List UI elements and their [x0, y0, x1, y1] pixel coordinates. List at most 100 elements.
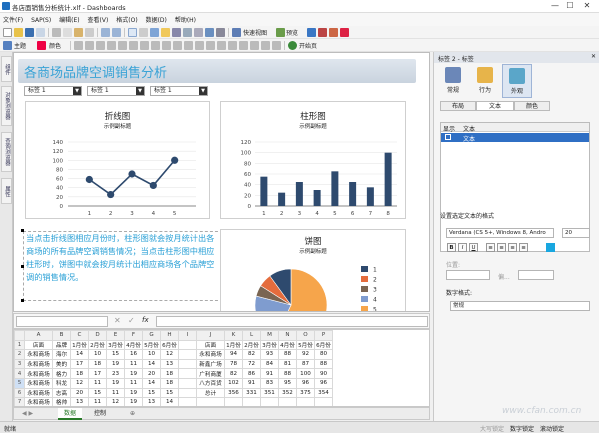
cell[interactable]: 3月份 [106, 339, 125, 351]
cell[interactable]: 18 [70, 368, 89, 379]
cell[interactable] [242, 397, 261, 406]
combo-box-2[interactable]: 标签 1 ▼ [87, 86, 145, 96]
show-checkbox[interactable] [445, 134, 451, 140]
cell[interactable]: 94 [224, 349, 243, 360]
sheet-tab-control[interactable]: 控制 [88, 408, 112, 420]
align-left-icon[interactable] [74, 41, 83, 50]
scroll-tabs-icon[interactable]: ◀ ▶ [16, 408, 39, 420]
same-size-icon[interactable] [162, 41, 171, 50]
cell[interactable]: 永和商场 [24, 358, 53, 370]
maximize-button[interactable]: ☐ [563, 1, 577, 11]
cell[interactable]: 2月份 [242, 339, 261, 351]
bar-chart[interactable]: 0 20 40 60 80 100 120 1 2 3 4 5 6 7 8 [221, 102, 407, 220]
align-top-icon[interactable] [107, 41, 116, 50]
ungroup-icon[interactable] [250, 41, 259, 50]
quickview-label[interactable]: 快速视图 [243, 28, 267, 37]
cell[interactable]: 11 [124, 377, 143, 389]
cell[interactable]: 72 [242, 358, 261, 370]
cell[interactable]: 80 [314, 349, 333, 360]
align-bottom-icon[interactable] [129, 41, 138, 50]
color-icon[interactable] [37, 41, 46, 50]
column-header[interactable] [14, 330, 25, 341]
pdf-icon[interactable] [318, 28, 327, 37]
cell[interactable] [260, 397, 279, 406]
theme-label[interactable]: 主题 [14, 41, 26, 50]
font-size-select[interactable]: 20 [562, 228, 590, 238]
center-vertical-icon[interactable] [206, 41, 215, 50]
cell[interactable]: 81 [278, 358, 297, 370]
start-page-label[interactable]: 开始页 [299, 41, 317, 50]
undo-icon[interactable] [101, 28, 110, 37]
row-header[interactable]: 4 [14, 368, 25, 379]
cell[interactable]: 13 [70, 397, 89, 406]
cell[interactable]: 6月份 [314, 339, 333, 351]
delete-icon[interactable] [85, 28, 94, 37]
column-header[interactable]: O [296, 330, 315, 341]
align-center-button[interactable]: ≡ [497, 243, 506, 252]
cell[interactable]: 82 [224, 368, 243, 379]
formula-input[interactable] [156, 316, 428, 327]
layout-icon[interactable] [194, 28, 203, 37]
cell[interactable]: 12 [70, 377, 89, 389]
save-icon[interactable] [25, 28, 34, 37]
cell[interactable]: 86 [242, 368, 261, 379]
cell[interactable]: 352 [278, 387, 297, 399]
cell[interactable]: 14 [70, 349, 89, 360]
align-right-button[interactable]: ≡ [508, 243, 517, 252]
cell[interactable]: 科龙 [52, 377, 71, 389]
menu-file[interactable]: 文件(F) [0, 13, 26, 24]
menu-format[interactable]: 格式(O) [113, 13, 140, 24]
cell[interactable]: 88 [278, 349, 297, 360]
column-header[interactable]: G [142, 330, 161, 341]
cell[interactable]: 志高 [52, 387, 71, 399]
color-label[interactable]: 颜色 [49, 41, 61, 50]
preview-icon[interactable] [276, 28, 285, 37]
view-icon[interactable] [216, 28, 225, 37]
position-select[interactable] [446, 270, 490, 280]
cell[interactable]: 总计 [196, 387, 225, 399]
export-icon[interactable] [161, 28, 170, 37]
hide-icon[interactable] [272, 41, 281, 50]
combo-box-3[interactable]: 标签 1 ▼ [150, 86, 208, 96]
cell[interactable]: 格力 [52, 368, 71, 379]
cell[interactable]: 11 [124, 358, 143, 370]
cell[interactable]: 84 [260, 358, 279, 370]
cell[interactable]: 11 [88, 377, 107, 389]
column-header[interactable]: E [106, 330, 125, 341]
cell[interactable]: 375 [296, 387, 315, 399]
cell[interactable]: 14 [160, 397, 179, 406]
cell[interactable]: 11 [106, 387, 125, 399]
menu-data[interactable]: 数据(D) [143, 13, 170, 24]
tab-components[interactable]: 组件 [1, 56, 12, 82]
cell[interactable] [196, 397, 225, 406]
cell[interactable]: 15 [106, 349, 125, 360]
underline-button[interactable]: U [469, 243, 478, 252]
cell[interactable]: 10 [142, 349, 161, 360]
cell[interactable]: 12 [160, 349, 179, 360]
cell[interactable]: 4月份 [124, 339, 143, 351]
column-header[interactable]: C [70, 330, 89, 341]
chevron-down-icon[interactable]: ▼ [136, 87, 144, 95]
import-icon[interactable] [150, 28, 159, 37]
close-button[interactable]: ✕ [580, 1, 594, 11]
cell[interactable]: 19 [106, 358, 125, 370]
cell[interactable]: 78 [224, 358, 243, 370]
theme-icon[interactable] [3, 41, 12, 50]
cell[interactable]: 91 [260, 368, 279, 379]
tab-query-browser[interactable]: 查询浏览器 [1, 132, 12, 172]
dashboard-canvas[interactable]: 各商场品牌空调销售分析 标签 1 ▼ 标签 1 ▼ 标签 1 ▼ 折线图 示例副标题 … [13, 52, 430, 312]
cell[interactable] [178, 339, 197, 351]
cell[interactable]: 11 [88, 397, 107, 406]
description-textbox[interactable]: 当点击折线图相应月份时，柱形图就会按月统计出各商场的所有品牌空调销售情况；当点击… [23, 231, 223, 301]
cell[interactable]: 351 [260, 387, 279, 399]
cell[interactable]: 83 [260, 377, 279, 389]
align-right-icon[interactable] [96, 41, 105, 50]
pie-chart[interactable]: 1 2 3 4 5 [221, 230, 407, 312]
paste-icon[interactable] [74, 28, 83, 37]
cell[interactable]: 4月份 [278, 339, 297, 351]
appearance-button[interactable]: 外观 [502, 64, 532, 98]
cell[interactable]: 19 [124, 368, 143, 379]
preview-label[interactable]: 预览 [286, 28, 298, 37]
print-icon[interactable] [36, 28, 45, 37]
cell[interactable]: 95 [278, 377, 297, 389]
